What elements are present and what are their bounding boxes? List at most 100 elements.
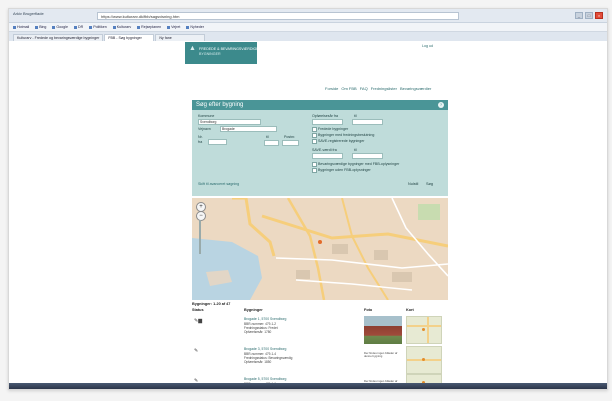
bookmark-favicon-icon xyxy=(137,25,141,29)
save-fra-select[interactable] xyxy=(312,153,343,159)
search-title: Søg efter bygning xyxy=(196,102,244,108)
bookmark-label: Google xyxy=(56,25,68,29)
taskbar xyxy=(9,383,607,389)
bookmark-label: Vejret xyxy=(171,25,181,29)
bookmark-favicon-icon xyxy=(13,25,16,29)
bookmark-item[interactable]: DR xyxy=(73,25,84,29)
result-year: Opførelsesår: 1850 xyxy=(244,360,272,364)
nav-link[interactable]: FAQ xyxy=(360,86,368,91)
bookmark-favicon-icon xyxy=(167,25,171,29)
page-content: ▲ FREDEDE & BEVARINGSVÆRDIGE BYGNINGER L… xyxy=(9,42,607,389)
result-title[interactable]: Brogade 5, 5700 Svendborg xyxy=(244,377,286,381)
nr-til-input[interactable] xyxy=(264,140,279,146)
col-header-map: Kort xyxy=(406,308,414,312)
map-thumbnail[interactable] xyxy=(406,346,442,374)
bookmark-label: DR xyxy=(77,25,84,29)
col-header-buildings: Bygninger xyxy=(244,308,263,312)
browser-tab[interactable]: Kulturarv - Fredede og bevaringsværdige … xyxy=(13,34,104,41)
thumb-road xyxy=(427,317,429,343)
search-button[interactable]: Søg xyxy=(426,182,433,186)
nr-fra-input[interactable] xyxy=(208,139,227,145)
zoom-slider[interactable] xyxy=(199,220,201,254)
opfoerelsesaar-til-input[interactable] xyxy=(352,119,383,125)
address-text: https://www.kulturarv.dk/fbb/sagsvisning… xyxy=(101,13,180,19)
window-controls: _ □ × xyxy=(575,12,603,19)
filter-checkbox-label: SAVE-registrerede bygninger xyxy=(318,138,365,143)
bookmark-item[interactable]: Hotmail xyxy=(13,25,29,29)
logout-link[interactable]: Log ud xyxy=(422,44,433,48)
result-title[interactable]: Brogade 3, 5700 Svendborg xyxy=(244,347,286,351)
logo-mark-icon: ▲ xyxy=(189,45,196,52)
save-fra-label: SAVE-værdi fra xyxy=(312,148,337,152)
zoom-out-icon[interactable]: − xyxy=(196,211,206,221)
filter-checkbox[interactable] xyxy=(312,133,317,138)
kommune-select[interactable]: Svendborg xyxy=(198,119,261,125)
nav-link[interactable]: Forside xyxy=(325,86,338,91)
map-view[interactable] xyxy=(192,198,448,300)
bookmark-item[interactable]: Kulturarv xyxy=(112,25,131,29)
result-title[interactable]: Brogade 1, 5700 Svendborg xyxy=(244,317,286,321)
search-title-bar: Søg efter bygning ? xyxy=(192,100,448,110)
window-title: Arkiv Brugerflade xyxy=(13,11,44,16)
filter-checkbox-label: Bygninger med fredningsbeslutning xyxy=(318,132,375,137)
close-icon[interactable]: × xyxy=(595,12,603,19)
bookmark-label: Politiken xyxy=(93,25,107,29)
col-header-photo: Foto xyxy=(364,308,373,312)
building-photo-thumbnail[interactable] xyxy=(364,316,402,344)
bookmark-favicon-icon xyxy=(52,25,56,29)
filter-checkbox[interactable] xyxy=(312,139,317,144)
bookmark-item[interactable]: Bing xyxy=(35,25,46,29)
map-pin-icon xyxy=(422,328,425,331)
bookmark-favicon-icon xyxy=(35,25,39,29)
save-til-select[interactable] xyxy=(352,153,383,159)
logo-line1: FREDEDE & BEVARINGSVÆRDIGE xyxy=(199,47,259,51)
bookmark-label: Nyheder xyxy=(190,25,204,29)
status-icon: ✎ xyxy=(194,348,199,354)
result-year: Opførelsesår: 1780 xyxy=(244,330,272,334)
nav-link[interactable]: Bevaringsværdier xyxy=(400,86,431,91)
help-icon[interactable]: ? xyxy=(438,102,444,108)
filter-checkbox[interactable] xyxy=(312,162,317,167)
maximize-icon[interactable]: □ xyxy=(585,12,593,19)
screenshot-frame: Arkiv Brugerflade https://www.kulturarv.… xyxy=(8,8,608,390)
no-photo-note: Der findes ingen billeder af denne bygni… xyxy=(364,351,398,359)
nav-link[interactable]: Fredningslister xyxy=(371,86,397,91)
filter-checkbox-label: Bygninger uden FBB-oplysninger xyxy=(318,167,371,172)
bookmark-favicon-icon xyxy=(73,25,77,29)
map-zoom-control: + − xyxy=(196,202,206,262)
bookmark-favicon-icon xyxy=(186,25,190,29)
park-area xyxy=(418,204,440,220)
building-block xyxy=(296,270,310,279)
reset-button[interactable]: Nulstil xyxy=(408,182,418,186)
bookmark-label: Rejseplanen xyxy=(141,25,162,29)
nr-til-label: til xyxy=(266,135,269,139)
bookmark-item[interactable]: Vejret xyxy=(167,25,180,29)
location-marker-icon[interactable] xyxy=(318,240,322,244)
tab-strip: Kulturarv - Fredede og bevaringsværdige … xyxy=(9,32,607,41)
advanced-search-link[interactable]: Skift til avanceret søgning xyxy=(198,182,239,186)
map-pin-icon xyxy=(422,358,425,361)
site-logo[interactable]: ▲ FREDEDE & BEVARINGSVÆRDIGE BYGNINGER xyxy=(185,42,259,64)
filter-checkbox[interactable] xyxy=(312,127,317,132)
vejnavn-label: Vejnavn xyxy=(198,127,211,131)
nav-link[interactable]: Om FBB xyxy=(341,86,356,91)
map-thumbnail[interactable] xyxy=(406,316,442,344)
filter-checkbox[interactable] xyxy=(312,168,317,173)
postnr-input[interactable] xyxy=(282,140,299,146)
bookmark-item[interactable]: Politiken xyxy=(89,25,107,29)
minimize-icon[interactable]: _ xyxy=(575,12,583,19)
vejnavn-input[interactable]: Brogade xyxy=(220,126,277,132)
browser-tab[interactable]: FBB - Søg bygninger xyxy=(104,34,155,41)
bookmark-item[interactable]: Rejseplanen xyxy=(137,25,161,29)
browser-tab[interactable]: Ny fane xyxy=(155,34,206,41)
thumb-road xyxy=(407,325,441,327)
results-section: Bygninger: 1-20 af 47 Status Bygninger F… xyxy=(192,302,448,389)
bookmark-item[interactable]: Google xyxy=(52,25,68,29)
bookmark-item[interactable]: Nyheder xyxy=(186,25,204,29)
bookmark-label: Hotmail xyxy=(17,25,30,29)
results-count: Bygninger: 1-20 af 47 xyxy=(192,302,231,306)
opfoerelsesaar-fra-input[interactable] xyxy=(312,119,343,125)
filter-checkbox-label: Bevaringsværdige bygninger med FBB-oplys… xyxy=(318,161,400,166)
address-bar[interactable]: https://www.kulturarv.dk/fbb/sagsvisning… xyxy=(97,12,459,20)
bookmark-favicon-icon xyxy=(89,25,93,29)
